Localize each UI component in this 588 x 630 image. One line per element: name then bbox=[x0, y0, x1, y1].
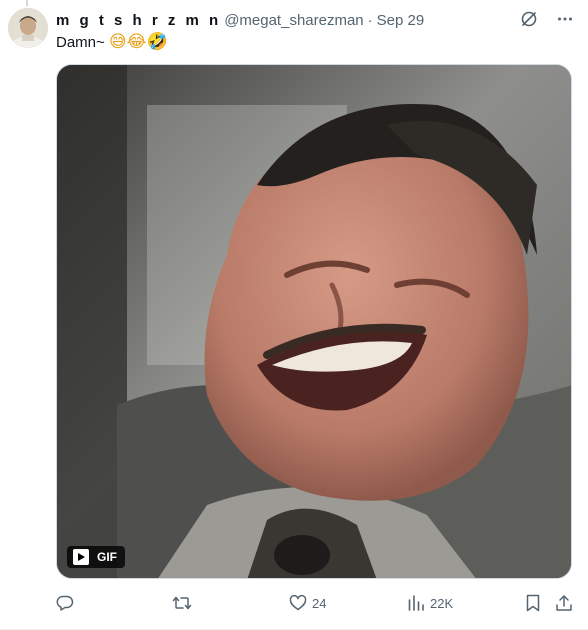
avatar-image bbox=[8, 8, 48, 48]
views-button[interactable]: 22K bbox=[407, 594, 453, 612]
reply-button[interactable] bbox=[56, 594, 79, 612]
heart-icon bbox=[289, 594, 307, 611]
play-icon[interactable] bbox=[73, 549, 89, 565]
tweet-timestamp[interactable]: Sep 29 bbox=[377, 12, 425, 29]
tweet[interactable]: m g t s h r z m n @megat_sharezman · Sep… bbox=[0, 0, 588, 630]
gif-badge[interactable]: GIF bbox=[67, 546, 125, 568]
display-name[interactable]: m g t s h r z m n bbox=[56, 12, 221, 29]
gif-media[interactable]: GIF bbox=[56, 64, 572, 579]
reply-icon bbox=[56, 595, 74, 611]
tweet-header: m g t s h r z m n @megat_sharezman · Sep… bbox=[56, 10, 528, 30]
separator-dot: · bbox=[367, 11, 373, 29]
tweet-emojis: 😅😂🤣 bbox=[108, 32, 168, 52]
more-icon[interactable] bbox=[554, 8, 576, 30]
tweet-header-actions bbox=[518, 8, 576, 30]
avatar[interactable] bbox=[8, 8, 48, 48]
share-button[interactable] bbox=[555, 594, 573, 612]
bookmark-icon bbox=[526, 594, 540, 612]
tweet-text: Damn~ 😅😂🤣 bbox=[56, 32, 168, 53]
share-icon bbox=[556, 595, 572, 611]
grok-icon[interactable] bbox=[518, 8, 540, 30]
thread-connector bbox=[26, 0, 28, 6]
views-icon bbox=[408, 595, 424, 611]
user-handle[interactable]: @megat_sharezman bbox=[224, 12, 363, 29]
tweet-text-body: Damn~ bbox=[56, 34, 105, 51]
like-button[interactable]: 24 bbox=[289, 594, 326, 612]
gif-frame-image bbox=[57, 65, 571, 578]
bookmark-button[interactable] bbox=[525, 594, 541, 612]
gif-label: GIF bbox=[97, 550, 117, 564]
retweet-icon bbox=[172, 596, 192, 610]
views-count: 22K bbox=[430, 595, 454, 611]
tweet-actions: 24 22K bbox=[56, 592, 578, 614]
retweet-button[interactable] bbox=[172, 594, 197, 612]
like-count: 24 bbox=[312, 595, 327, 611]
